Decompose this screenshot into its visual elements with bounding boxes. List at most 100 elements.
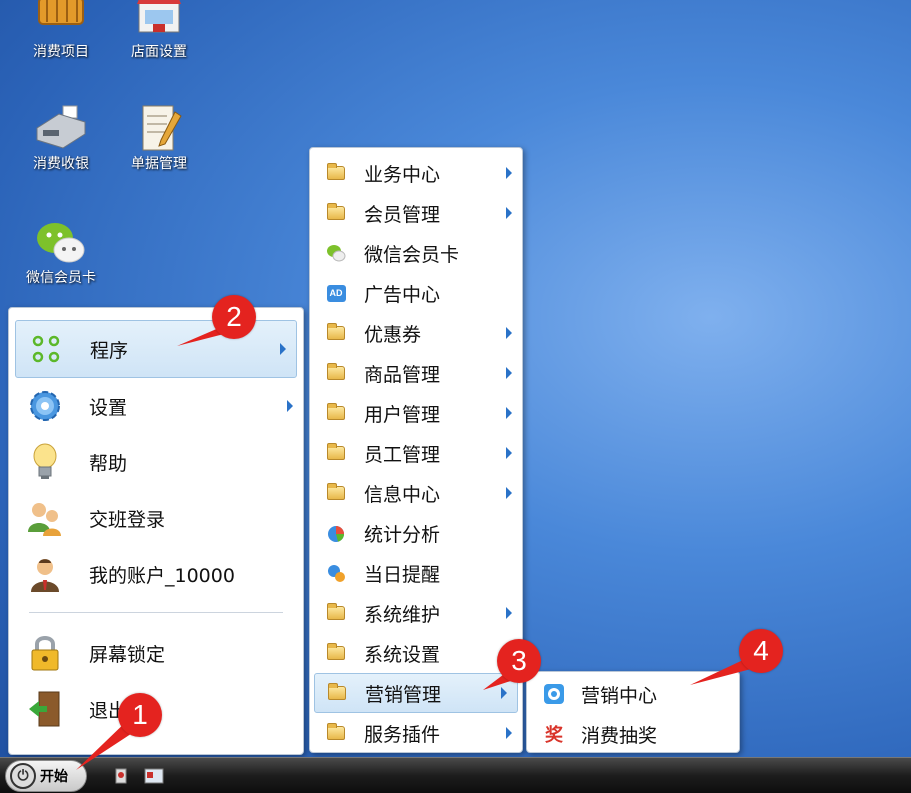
program-item-member-management[interactable]: 会员管理 — [310, 193, 522, 233]
program-item-label: 微信会员卡 — [364, 243, 460, 266]
program-item-coupons[interactable]: 优惠券 — [310, 313, 522, 353]
power-icon: ⏻ — [10, 763, 36, 789]
apps-grid-icon — [24, 327, 68, 371]
program-item-system-maintenance[interactable]: 系统维护 — [310, 593, 522, 633]
program-item-ad-center[interactable]: AD 广告中心 — [310, 273, 522, 313]
submenu-item-marketing-center[interactable]: 营销中心 — [527, 674, 739, 714]
program-item-system-settings[interactable]: 系统设置 — [310, 633, 522, 673]
user-icon — [23, 552, 67, 596]
menu-divider — [29, 612, 283, 613]
folder-icon — [326, 443, 346, 463]
program-item-label: 系统设置 — [364, 643, 441, 666]
program-item-label: 商品管理 — [364, 363, 441, 386]
start-item-shift-login[interactable]: 交班登录 — [9, 490, 303, 546]
program-item-wechat-card[interactable]: 微信会员卡 — [310, 233, 522, 273]
pie-chart-icon — [326, 523, 346, 543]
reminder-icon — [326, 563, 346, 583]
chevron-right-icon — [506, 167, 512, 179]
folder-icon — [326, 483, 346, 503]
program-item-label: 广告中心 — [364, 283, 441, 306]
program-item-business-center[interactable]: 业务中心 — [310, 153, 522, 193]
desktop-icon-label: 店面设置 — [131, 44, 187, 60]
program-item-service-plugins[interactable]: 服务插件 — [310, 713, 522, 753]
start-item-label: 帮助 — [89, 452, 128, 475]
annotation-marker-3: 3 — [497, 639, 541, 683]
desktop-icon-cashier[interactable]: 消费收银 — [21, 104, 101, 172]
start-item-help[interactable]: 帮助 — [9, 434, 303, 490]
program-item-label: 当日提醒 — [364, 563, 441, 586]
program-item-label: 用户管理 — [364, 403, 441, 426]
chevron-right-icon — [506, 727, 512, 739]
desktop-icon-bill-management[interactable]: 单据管理 — [119, 104, 199, 172]
start-item-my-account[interactable]: 我的账户_10000 — [9, 546, 303, 602]
start-item-label: 程序 — [90, 339, 129, 362]
ad-icon: AD — [326, 283, 346, 303]
program-item-label: 营销管理 — [365, 683, 442, 706]
folder-icon — [326, 603, 346, 623]
desktop-icon-wechat-card[interactable]: 微信会员卡 — [21, 218, 101, 288]
folder-icon — [326, 363, 346, 383]
exit-door-icon — [23, 687, 67, 731]
basket-icon — [33, 0, 89, 40]
program-item-marketing-management[interactable]: 营销管理 — [314, 673, 518, 713]
start-button-label: 开始 — [40, 769, 68, 785]
chevron-right-icon — [506, 407, 512, 419]
chevron-right-icon — [280, 343, 286, 355]
submenu-item-consumption-lottery[interactable]: 奖 消费抽奖 — [527, 714, 739, 754]
start-item-programs[interactable]: 程序 — [15, 320, 297, 378]
program-item-staff-management[interactable]: 员工管理 — [310, 433, 522, 473]
folder-icon — [326, 163, 346, 183]
chevron-right-icon — [506, 447, 512, 459]
marketing-submenu: 营销中心 奖 消费抽奖 — [526, 671, 740, 753]
folder-icon — [326, 403, 346, 423]
taskbar: ⏻ 开始 — [0, 757, 911, 793]
users-icon — [23, 496, 67, 540]
chevron-right-icon — [506, 487, 512, 499]
folder-icon — [326, 323, 346, 343]
start-button[interactable]: ⏻ 开始 — [5, 760, 87, 792]
start-item-label: 我的账户_10000 — [89, 564, 235, 587]
annotation-marker-2: 2 — [212, 295, 256, 339]
wechat-icon — [33, 218, 89, 266]
desktop-icon-label: 微信会员卡 — [26, 270, 96, 286]
program-item-label: 信息中心 — [364, 483, 441, 506]
storefront-icon — [131, 0, 187, 40]
program-item-label: 系统维护 — [364, 603, 441, 626]
notebook-pencil-icon — [131, 104, 187, 152]
taskbar-app-icon[interactable] — [112, 766, 132, 786]
folder-icon — [326, 203, 346, 223]
desktop-icon-label: 消费项目 — [33, 44, 89, 60]
desktop-icon-store-settings[interactable]: 店面设置 — [119, 0, 199, 60]
program-item-product-management[interactable]: 商品管理 — [310, 353, 522, 393]
program-item-info-center[interactable]: 信息中心 — [310, 473, 522, 513]
program-item-statistics[interactable]: 统计分析 — [310, 513, 522, 553]
chevron-right-icon — [506, 327, 512, 339]
desktop-icon-label: 单据管理 — [131, 156, 187, 172]
chevron-right-icon — [506, 367, 512, 379]
start-item-lock-screen[interactable]: 屏幕锁定 — [9, 625, 303, 681]
program-item-label: 优惠券 — [364, 323, 422, 346]
start-menu: 程序 设置 帮助 交班登录 我的账户_10000 屏幕锁定 退出 — [8, 307, 304, 755]
program-item-user-management[interactable]: 用户管理 — [310, 393, 522, 433]
chevron-right-icon — [506, 207, 512, 219]
start-item-settings[interactable]: 设置 — [9, 378, 303, 434]
annotation-marker-4: 4 — [739, 629, 783, 673]
marketing-center-icon — [543, 683, 565, 705]
lightbulb-icon — [23, 440, 67, 484]
folder-icon — [326, 643, 346, 663]
cash-register-icon — [33, 104, 89, 152]
program-item-label: 服务插件 — [364, 723, 441, 746]
start-item-label: 交班登录 — [89, 508, 166, 531]
gear-icon — [23, 384, 67, 428]
folder-icon — [327, 683, 347, 703]
annotation-marker-1: 1 — [118, 693, 162, 737]
taskbar-window-icon[interactable] — [144, 766, 164, 786]
program-item-daily-reminder[interactable]: 当日提醒 — [310, 553, 522, 593]
folder-icon — [326, 723, 346, 743]
lottery-icon: 奖 — [545, 725, 563, 746]
desktop-icon-label: 消费收银 — [33, 156, 89, 172]
desktop-icon-consumption-items[interactable]: 消费项目 — [21, 0, 101, 60]
program-item-label: 业务中心 — [364, 163, 441, 186]
chevron-right-icon — [287, 400, 293, 412]
chevron-right-icon — [506, 607, 512, 619]
